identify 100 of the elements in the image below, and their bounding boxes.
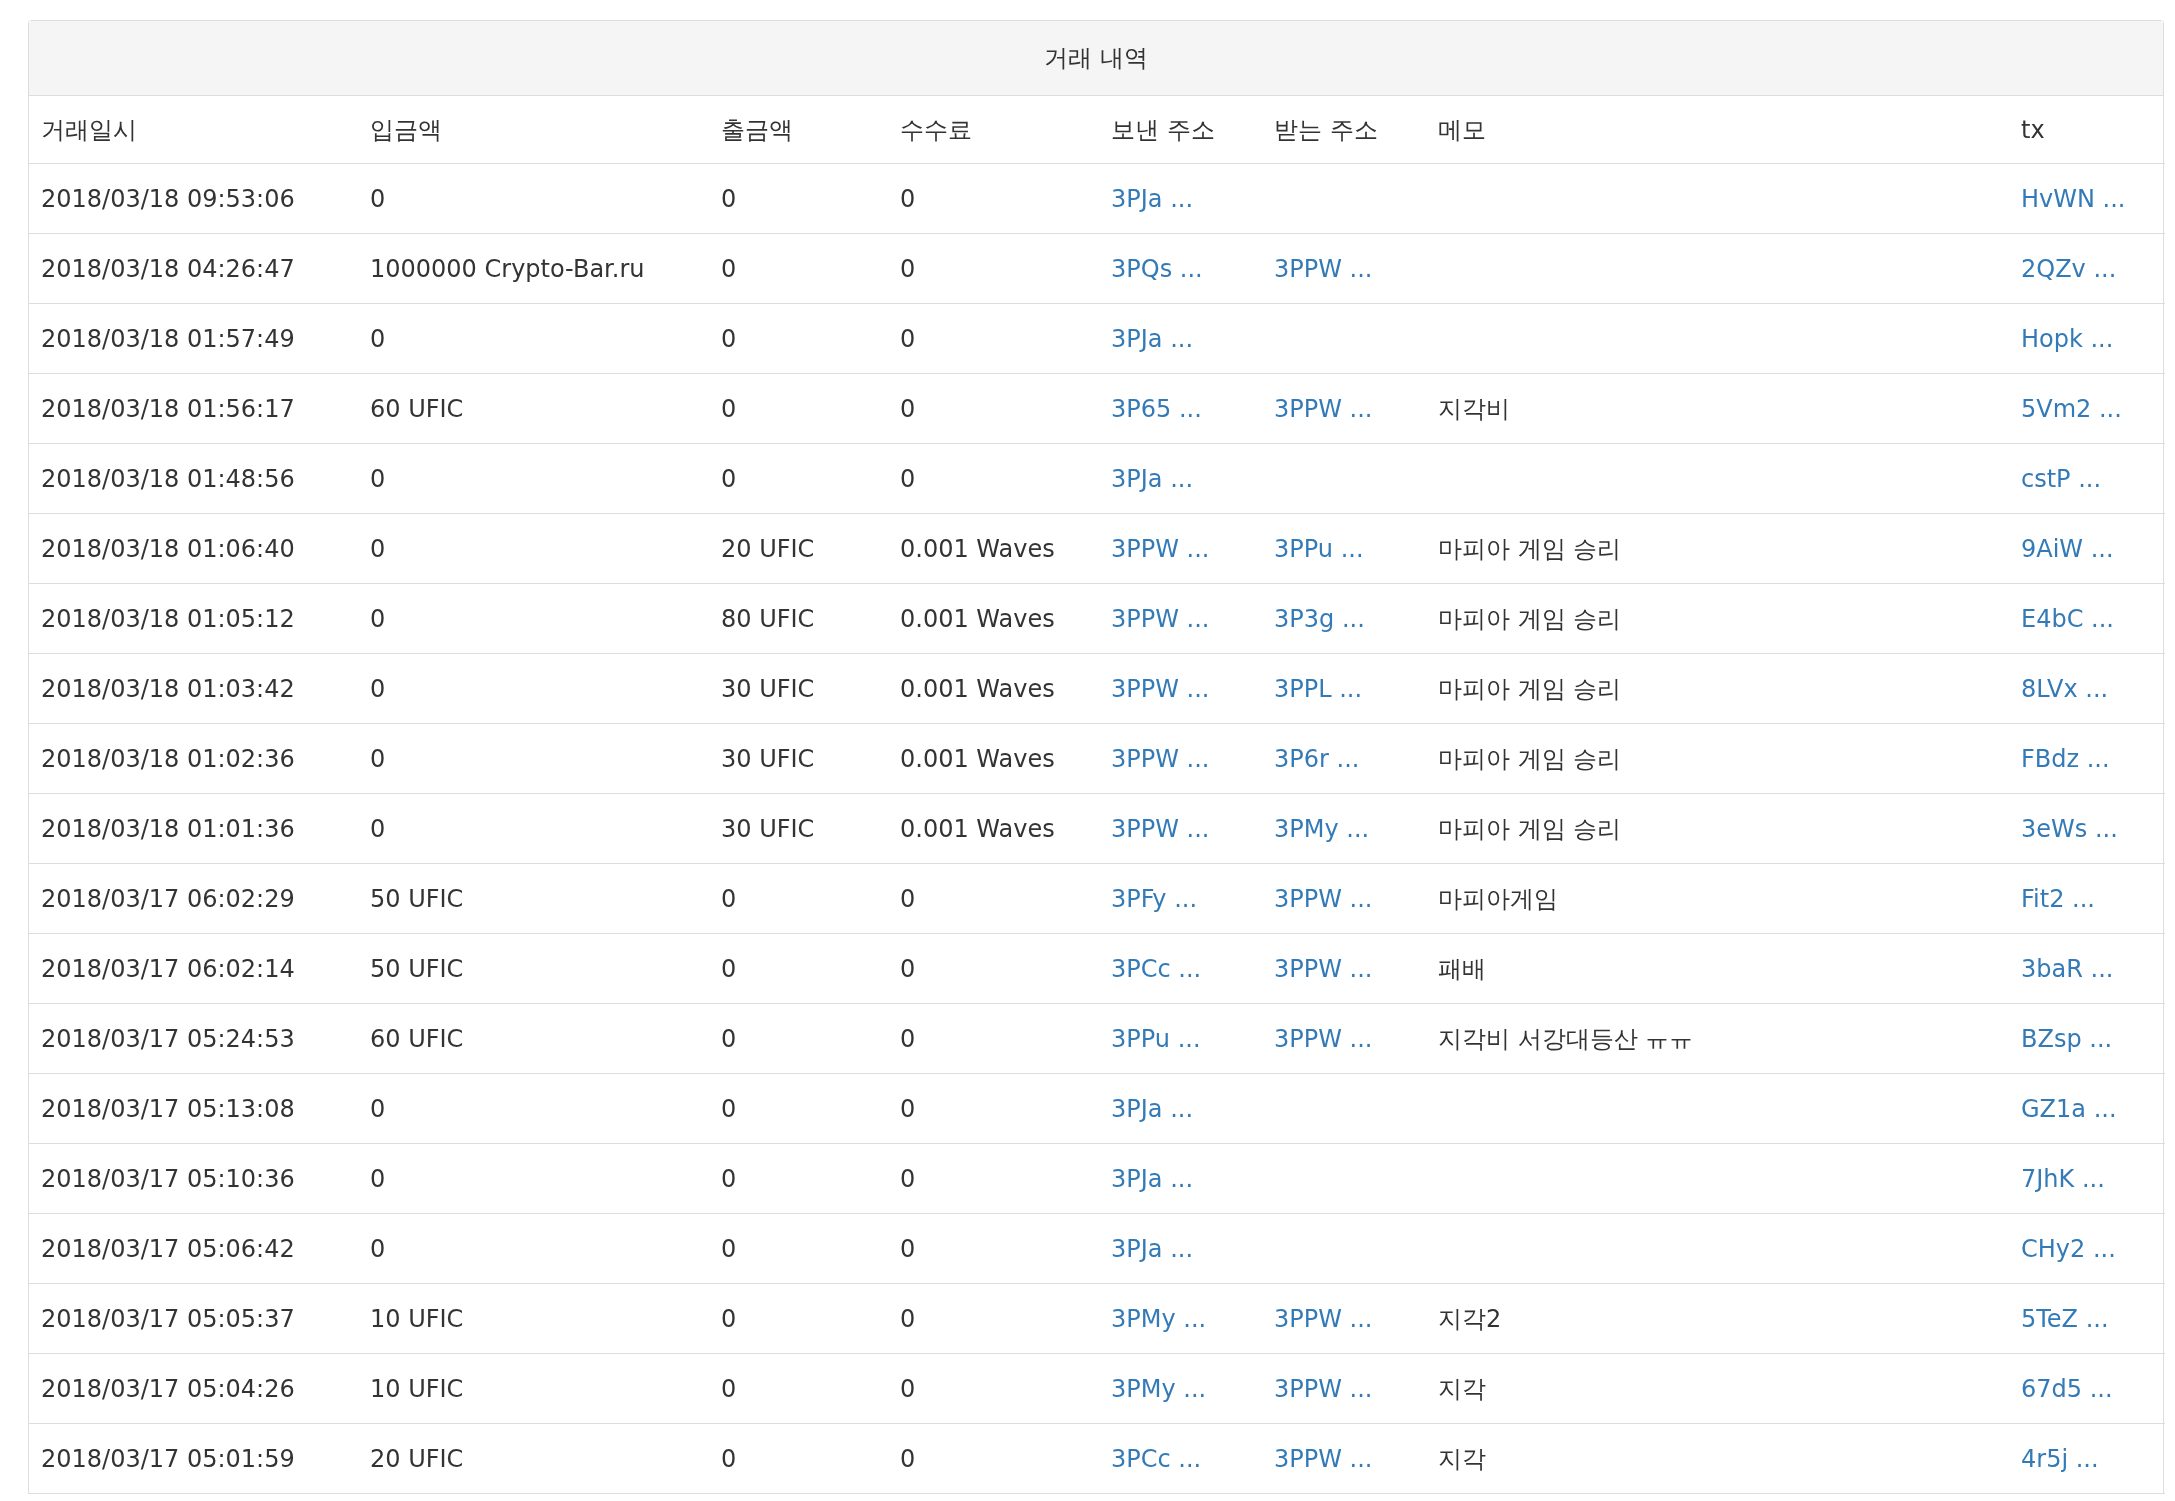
tx-link[interactable]: 5TeZ ... [2021, 1304, 2109, 1333]
date-cell: 2018/03/18 01:02:36 [41, 744, 295, 773]
column-header: 메모 [1438, 115, 1486, 144]
fee-cell: 0 [900, 1374, 916, 1403]
sender-address-link[interactable]: 3PPW ... [1111, 674, 1210, 703]
tx-link[interactable]: 5Vm2 ... [2021, 394, 2122, 423]
fee-cell: 0 [900, 1024, 916, 1053]
sender-address-link[interactable]: 3PPW ... [1111, 814, 1210, 843]
deposit-cell: 0 [370, 1094, 386, 1123]
tx-link[interactable]: 67d5 ... [2021, 1374, 2113, 1403]
receiver-address-link[interactable]: 3PPL ... [1274, 674, 1363, 703]
receiver-address-link[interactable]: 3PPW ... [1274, 1024, 1373, 1053]
deposit-cell: 60 UFIC [370, 1024, 464, 1053]
date-cell: 2018/03/17 05:10:36 [41, 1164, 295, 1193]
sender-address-link[interactable]: 3PJa ... [1111, 1164, 1194, 1193]
date-cell: 2018/03/18 01:48:56 [41, 464, 295, 493]
receiver-address-link[interactable]: 3PPW ... [1274, 954, 1373, 983]
date-cell: 2018/03/18 01:05:12 [41, 604, 295, 633]
sender-address-link[interactable]: 3PPW ... [1111, 604, 1210, 633]
tx-link[interactable]: 7JhK ... [2021, 1164, 2105, 1193]
column-header: 거래일시 [41, 115, 137, 144]
sender-address-link[interactable]: 3PJa ... [1111, 184, 1194, 213]
sender-address-link[interactable]: 3P65 ... [1111, 394, 1202, 423]
memo-cell: 마피아게임 [1438, 884, 1558, 913]
tx-link[interactable]: Hopk ... [2021, 324, 2114, 353]
date-cell: 2018/03/18 01:57:49 [41, 324, 295, 353]
tx-link[interactable]: E4bC ... [2021, 604, 2114, 633]
sender-address-link[interactable]: 3PPW ... [1111, 744, 1210, 773]
deposit-cell: 50 UFIC [370, 954, 464, 983]
tx-link[interactable]: cstP ... [2021, 464, 2102, 493]
withdrawal-cell: 30 UFIC [721, 814, 815, 843]
withdrawal-cell: 30 UFIC [721, 744, 815, 773]
date-cell: 2018/03/17 05:05:37 [41, 1304, 295, 1333]
sender-address-link[interactable]: 3PCc ... [1111, 954, 1202, 983]
memo-cell: 마피아 게임 승리 [1438, 744, 1622, 773]
fee-cell: 0 [900, 1234, 916, 1263]
withdrawal-cell: 0 [721, 464, 737, 493]
tx-link[interactable]: 2QZv ... [2021, 254, 2117, 283]
sender-address-link[interactable]: 3PJa ... [1111, 464, 1194, 493]
tx-link[interactable]: 9AiW ... [2021, 534, 2114, 563]
sender-address-link[interactable]: 3PJa ... [1111, 1094, 1194, 1123]
withdrawal-cell: 0 [721, 1304, 737, 1333]
deposit-cell: 0 [370, 464, 386, 493]
deposit-cell: 0 [370, 184, 386, 213]
withdrawal-cell: 0 [721, 884, 737, 913]
memo-cell: 지각비 서강대등산 ㅠㅠ [1438, 1024, 1694, 1053]
deposit-cell: 10 UFIC [370, 1304, 464, 1333]
tx-link[interactable]: 3baR ... [2021, 954, 2114, 983]
receiver-address-link[interactable]: 3PPW ... [1274, 394, 1373, 423]
fee-cell: 0.001 Waves [900, 744, 1055, 773]
fee-cell: 0 [900, 324, 916, 353]
receiver-address-link[interactable]: 3PPW ... [1274, 884, 1373, 913]
receiver-address-link[interactable]: 3PPW ... [1274, 1374, 1373, 1403]
tx-link[interactable]: 3eWs ... [2021, 814, 2118, 843]
memo-cell: 지각2 [1438, 1304, 1502, 1333]
fee-cell: 0 [900, 184, 916, 213]
date-cell: 2018/03/18 01:01:36 [41, 814, 295, 843]
withdrawal-cell: 0 [721, 1024, 737, 1053]
column-header: 보낸 주소 [1111, 115, 1215, 144]
withdrawal-cell: 0 [721, 324, 737, 353]
withdrawal-cell: 0 [721, 1444, 737, 1473]
receiver-address-link[interactable]: 3PPW ... [1274, 1304, 1373, 1333]
tx-link[interactable]: FBdz ... [2021, 744, 2110, 773]
withdrawal-cell: 0 [721, 1234, 737, 1263]
tx-link[interactable]: GZ1a ... [2021, 1094, 2117, 1123]
receiver-address-link[interactable]: 3P3g ... [1274, 604, 1365, 633]
tx-link[interactable]: 8LVx ... [2021, 674, 2109, 703]
date-cell: 2018/03/17 05:01:59 [41, 1444, 295, 1473]
sender-address-link[interactable]: 3PPu ... [1111, 1024, 1201, 1053]
tx-link[interactable]: 4r5j ... [2021, 1444, 2099, 1473]
deposit-cell: 0 [370, 604, 386, 633]
sender-address-link[interactable]: 3PCc ... [1111, 1444, 1202, 1473]
deposit-cell: 0 [370, 324, 386, 353]
panel-title: 거래 내역 [1044, 43, 1148, 74]
withdrawal-cell: 0 [721, 1094, 737, 1123]
receiver-address-link[interactable]: 3PPu ... [1274, 534, 1364, 563]
memo-cell: 지각비 [1438, 394, 1510, 423]
sender-address-link[interactable]: 3PQs ... [1111, 254, 1203, 283]
receiver-address-link[interactable]: 3PPW ... [1274, 1444, 1373, 1473]
sender-address-link[interactable]: 3PMy ... [1111, 1374, 1207, 1403]
fee-cell: 0 [900, 1444, 916, 1473]
date-cell: 2018/03/17 05:06:42 [41, 1234, 295, 1263]
receiver-address-link[interactable]: 3P6r ... [1274, 744, 1360, 773]
column-header: tx [2021, 115, 2045, 144]
sender-address-link[interactable]: 3PJa ... [1111, 1234, 1194, 1263]
tx-link[interactable]: Fit2 ... [2021, 884, 2095, 913]
tx-link[interactable]: BZsp ... [2021, 1024, 2113, 1053]
sender-address-link[interactable]: 3PFy ... [1111, 884, 1198, 913]
sender-address-link[interactable]: 3PPW ... [1111, 534, 1210, 563]
date-cell: 2018/03/18 04:26:47 [41, 254, 295, 283]
deposit-cell: 0 [370, 1234, 386, 1263]
tx-link[interactable]: HvWN ... [2021, 184, 2126, 213]
date-cell: 2018/03/17 06:02:29 [41, 884, 295, 913]
column-header: 입금액 [370, 115, 442, 144]
tx-link[interactable]: CHy2 ... [2021, 1234, 2116, 1263]
sender-address-link[interactable]: 3PMy ... [1111, 1304, 1207, 1333]
date-cell: 2018/03/18 01:03:42 [41, 674, 295, 703]
receiver-address-link[interactable]: 3PPW ... [1274, 254, 1373, 283]
receiver-address-link[interactable]: 3PMy ... [1274, 814, 1370, 843]
sender-address-link[interactable]: 3PJa ... [1111, 324, 1194, 353]
